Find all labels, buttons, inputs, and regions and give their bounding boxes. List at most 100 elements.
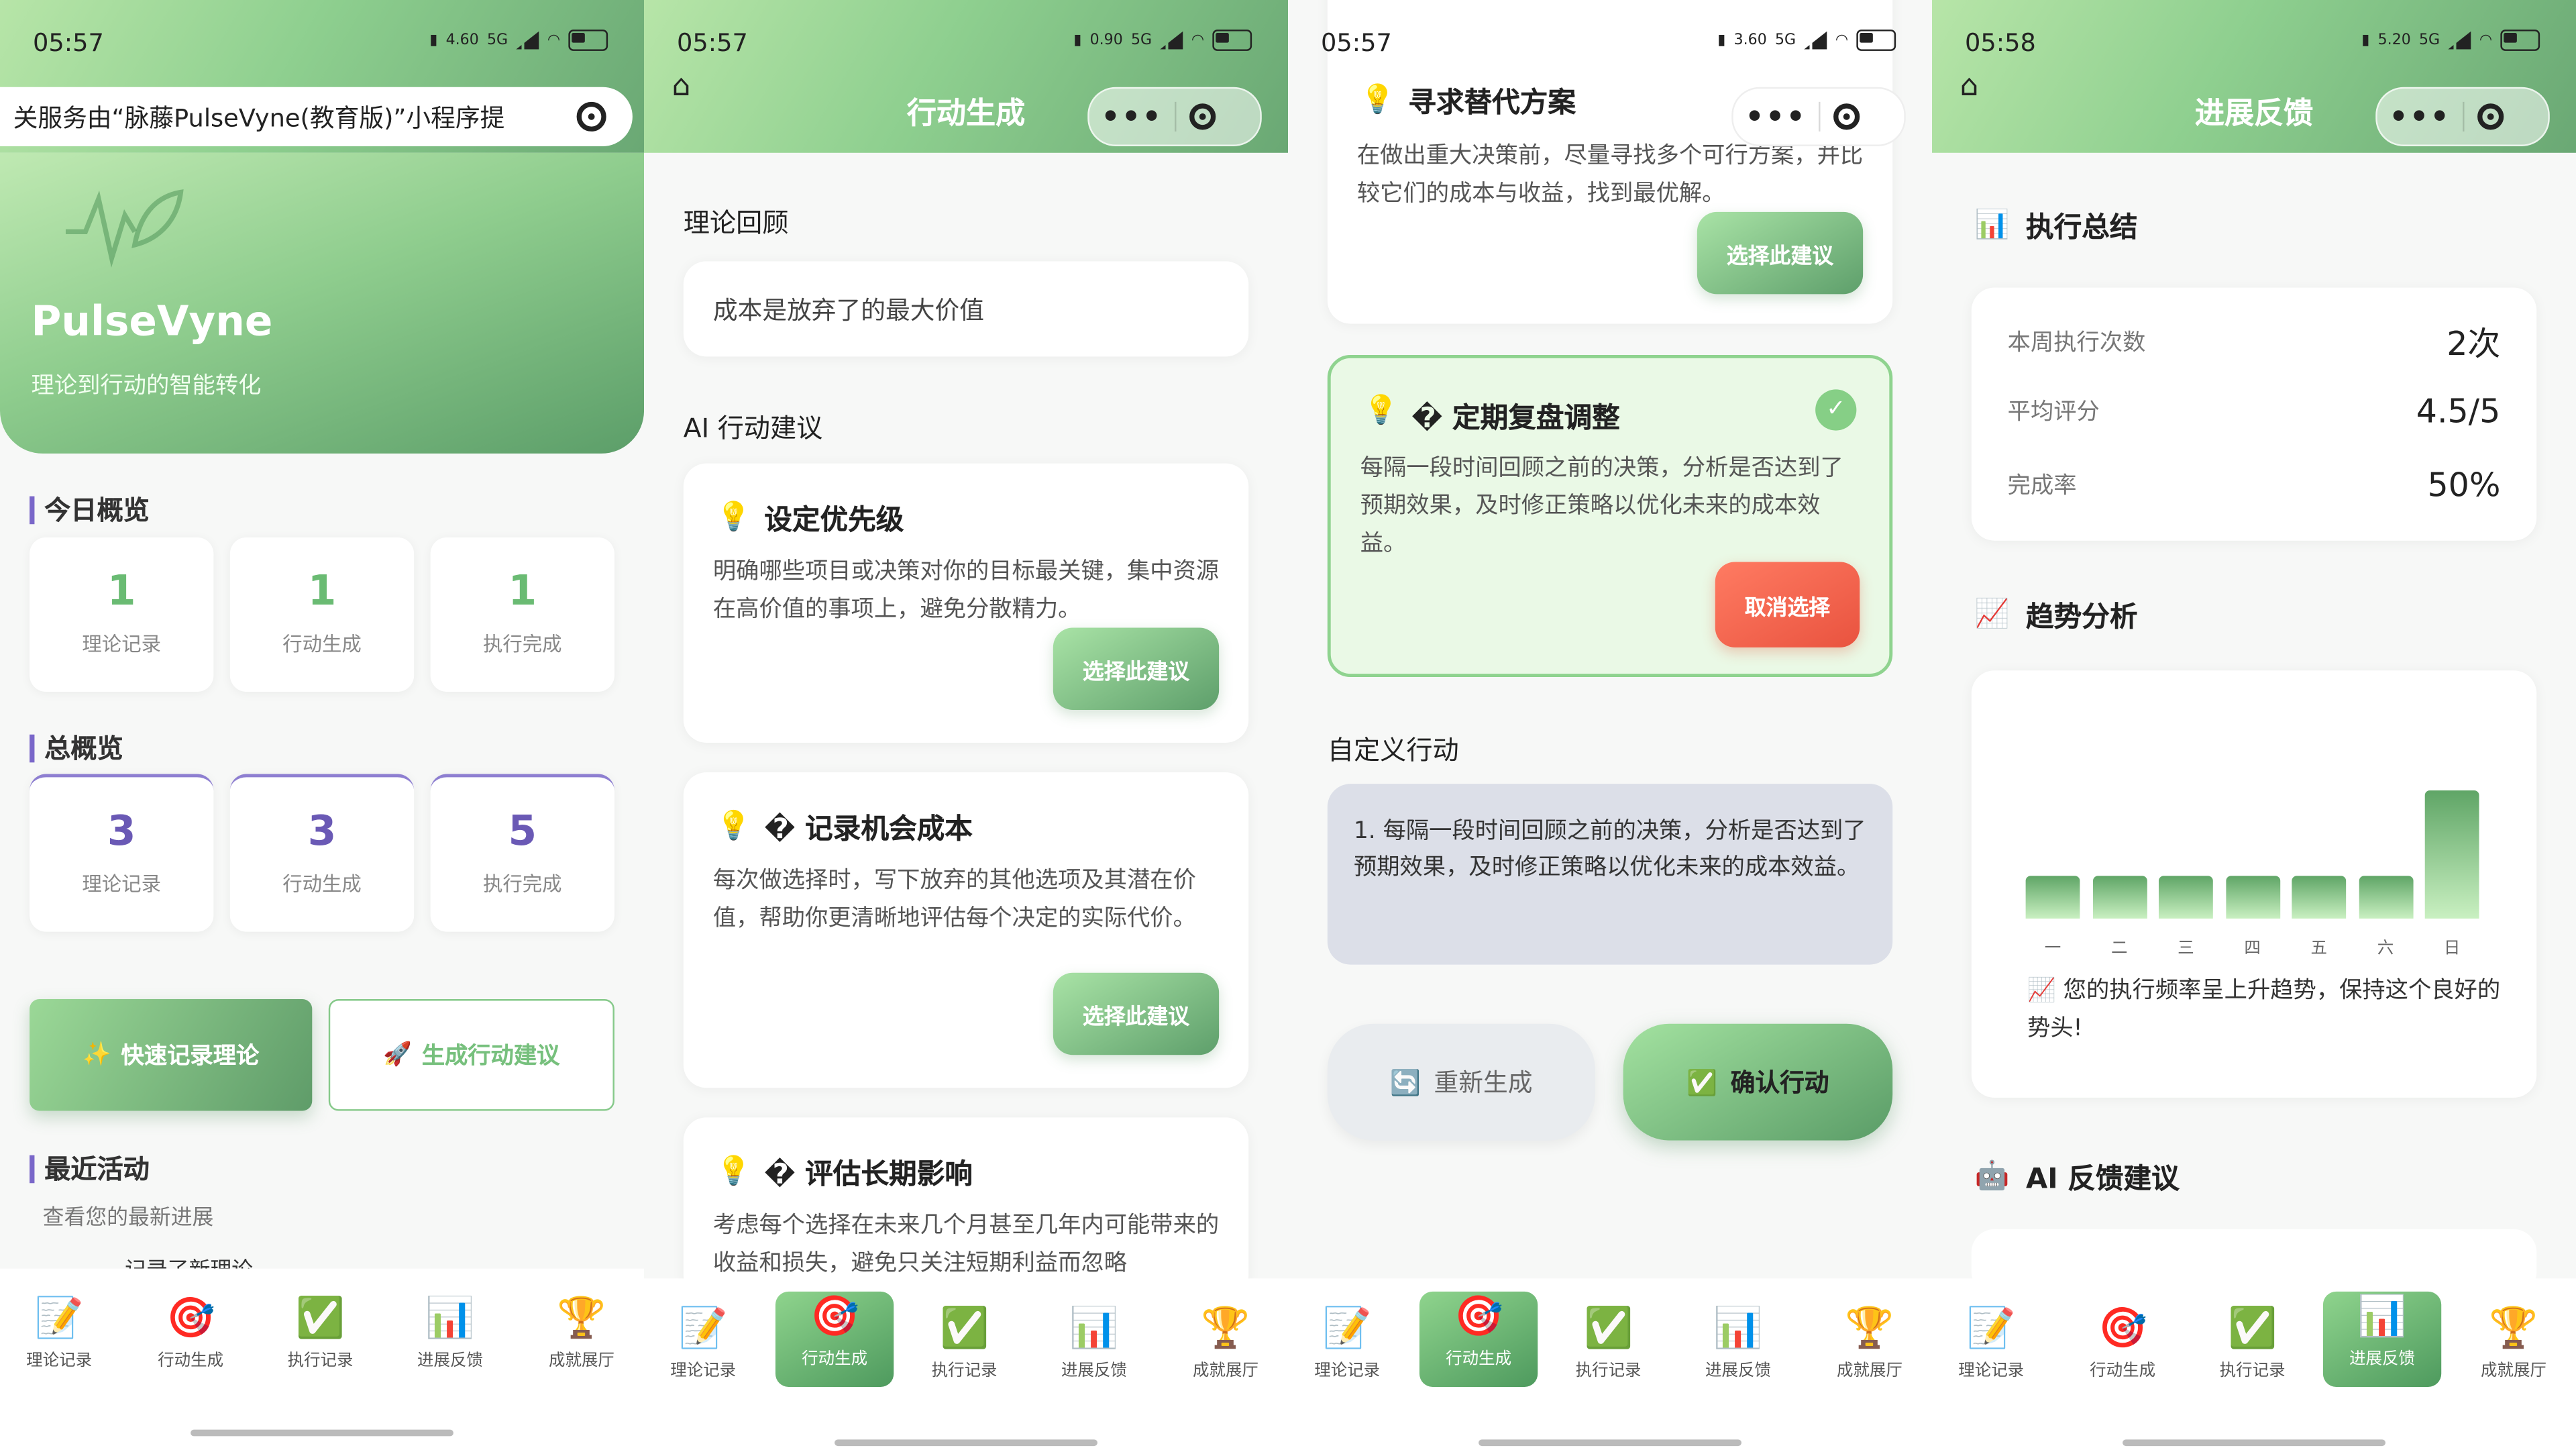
- memo-icon: 📝: [678, 1304, 728, 1351]
- select-suggestion-button[interactable]: 选择此建议: [1697, 211, 1864, 295]
- select-suggestion-button[interactable]: 选择此建议: [1053, 972, 1220, 1055]
- screen-progress: 05:58 ▮ 5.20 5G ◠ ⌂ 进展反馈 ••• 📊 执行总结 本周执行…: [1932, 0, 2576, 1450]
- suggestion-title-row: 💡 寻求替代方案: [1360, 79, 1576, 120]
- trophy-icon: 🏆: [1201, 1304, 1250, 1351]
- service-notice[interactable]: 关服务由“脉藤PulseVyne(教育版)”小程序提: [0, 87, 633, 146]
- tab-achievements[interactable]: 🏆 成就展厅: [2455, 1303, 2573, 1398]
- memo-icon: 📝: [34, 1294, 84, 1341]
- recent-item-peek[interactable]: 记录了新理论: [125, 1252, 253, 1269]
- regenerate-button[interactable]: 🔄 重新生成: [1327, 1023, 1595, 1141]
- tab-achievements[interactable]: 🏆 成就展厅: [523, 1293, 641, 1388]
- close-target-icon[interactable]: [576, 101, 606, 132]
- tab-label: 执行记录: [287, 1352, 354, 1371]
- tab-bar: 📝 理论记录 🎯 行动生成 ✅ 执行记录 📊 进展反馈 🏆 成就展厅: [1288, 1278, 1933, 1450]
- trend-bar-label: 二: [2110, 939, 2128, 958]
- suggestion-card[interactable]: 💡 设定优先级 明确哪些项目或决策对你的目标最关键，集中资源在高价值的事项上，避免…: [683, 463, 1249, 743]
- tab-theory[interactable]: 📝 理论记录: [1932, 1303, 2050, 1398]
- tab-progress[interactable]: 📊 进展反馈: [1035, 1303, 1153, 1398]
- target-icon: 🎯: [810, 1293, 859, 1339]
- bulb-icon: 💡: [716, 809, 751, 843]
- tab-label: 行动生成: [158, 1352, 224, 1371]
- selected-check-icon: ✓: [1815, 389, 1857, 431]
- suggestion-title-row: 💡 � 定期复盘调整: [1364, 395, 1620, 435]
- total-card-action[interactable]: 3 行动生成: [229, 774, 415, 932]
- select-suggestion-button[interactable]: 选择此建议: [1053, 627, 1220, 710]
- confirm-action-button[interactable]: ✅ 确认行动: [1623, 1023, 1893, 1141]
- tab-achievements[interactable]: 🏆 成就展厅: [1167, 1303, 1285, 1398]
- home-indicator[interactable]: [1479, 1439, 1741, 1447]
- suggestion-card[interactable]: 💡 � 记录机会成本 每次做选择时，写下放弃的其他选项及其潜在价值，帮助你更清晰地…: [683, 772, 1249, 1088]
- status-icons: ▮ 3.60 5G ◠: [1717, 30, 1896, 51]
- row-key: 本周执行次数: [2007, 329, 2146, 356]
- suggestion-title-row: 💡 设定优先级: [716, 497, 904, 537]
- tab-label: 理论记录: [670, 1362, 737, 1381]
- custom-action-textarea[interactable]: 1. 每隔一段时间回顾之前的决策，分析是否达到了预期效果，及时修正策略以优化未来…: [1327, 784, 1893, 965]
- total-card-done[interactable]: 5 执行完成: [430, 774, 614, 932]
- stat-label: 理论记录: [82, 632, 162, 656]
- tab-label: 成就展厅: [2480, 1362, 2546, 1381]
- trend-bar: [2358, 876, 2413, 919]
- row-key: 完成率: [2007, 473, 2077, 500]
- tab-progress[interactable]: 📊 进展反馈: [1679, 1303, 1797, 1398]
- today-title: 今日概览: [30, 496, 150, 525]
- status-icons: ▮ 0.90 5G ◠: [1073, 30, 1252, 51]
- tab-theory[interactable]: 📝 理论记录: [1288, 1303, 1406, 1398]
- close-target-icon[interactable]: [1189, 103, 1216, 130]
- wifi-icon: ◠: [547, 32, 561, 49]
- cancel-selection-button[interactable]: 取消选择: [1715, 562, 1860, 648]
- home-indicator[interactable]: [2123, 1439, 2385, 1447]
- screen-action-generate: 05:57 ▮ 0.90 5G ◠ ⌂ 行动生成 ••• 理论回顾 成本是放弃了…: [644, 0, 1289, 1450]
- tab-label: 进展反馈: [1705, 1362, 1772, 1381]
- today-card-action[interactable]: 1 行动生成: [229, 537, 415, 692]
- more-icon[interactable]: •••: [1733, 99, 1819, 134]
- generate-action-button[interactable]: 🚀 生成行动建议: [328, 998, 614, 1111]
- tab-execution[interactable]: ✅ 执行记录: [2193, 1303, 2311, 1398]
- tab-progress[interactable]: 📊 进展反馈: [391, 1293, 509, 1388]
- tab-achievements[interactable]: 🏆 成就展厅: [1811, 1303, 1929, 1398]
- selected-suggestion-card[interactable]: 💡 � 定期复盘调整 ✓ 每隔一段时间回顾之前的决策，分析是否达到了预期效果，及时…: [1327, 354, 1893, 677]
- stat-num: 1: [107, 566, 136, 615]
- total-card-theory[interactable]: 3 理论记录: [30, 774, 214, 932]
- today-card-theory[interactable]: 1 理论记录: [30, 537, 214, 692]
- tab-theory[interactable]: 📝 理论记录: [0, 1293, 118, 1388]
- home-indicator[interactable]: [191, 1429, 453, 1437]
- tab-label: 进展反馈: [2349, 1351, 2416, 1369]
- more-icon[interactable]: •••: [2377, 99, 2463, 134]
- tab-execution[interactable]: ✅ 执行记录: [1549, 1303, 1667, 1398]
- trend-bar: [2158, 876, 2213, 919]
- close-target-icon[interactable]: [2477, 103, 2504, 130]
- tab-action[interactable]: 🎯 行动生成: [1419, 1291, 1538, 1387]
- vibrate-icon: ▮: [1717, 32, 1726, 49]
- suggestion-title: 设定优先级: [764, 504, 904, 537]
- stat-label: 行动生成: [282, 872, 362, 896]
- tab-action[interactable]: 🎯 行动生成: [2063, 1303, 2182, 1398]
- quick-record-button[interactable]: ✨ 快速记录理论: [30, 998, 313, 1111]
- more-icon[interactable]: •••: [1089, 99, 1175, 134]
- quick-record-label: 快速记录理论: [121, 1043, 260, 1070]
- close-target-icon[interactable]: [1833, 103, 1860, 130]
- tab-theory[interactable]: 📝 理论记录: [644, 1303, 762, 1398]
- signal-icon: [2448, 31, 2471, 50]
- robot-icon: 🤖: [1974, 1159, 2010, 1192]
- memo-icon: 📝: [1966, 1304, 2016, 1351]
- capsule-divider: [1175, 101, 1177, 132]
- tab-action[interactable]: 🎯 行动生成: [775, 1291, 894, 1387]
- tab-execution[interactable]: ✅ 执行记录: [905, 1303, 1023, 1398]
- tab-execution[interactable]: ✅ 执行记录: [261, 1293, 379, 1388]
- trend-bar: [2292, 876, 2347, 919]
- trend-bar-label: 五: [2310, 939, 2328, 958]
- wifi-icon: ◠: [1835, 32, 1849, 49]
- suggestion-card[interactable]: 💡 � 评估长期影响 考虑每个选择在未来几个月甚至几年内可能带来的收益和损失，避免…: [683, 1117, 1249, 1298]
- app-tagline: 理论到行动的智能转化: [31, 372, 262, 400]
- tab-label: 成就展厅: [1192, 1362, 1258, 1381]
- wifi-icon: ◠: [2479, 32, 2493, 49]
- trend-bar-label: 一: [2044, 939, 2061, 958]
- stat-label: 执行完成: [482, 872, 562, 896]
- trend-bar: [2225, 876, 2279, 919]
- tab-action[interactable]: 🎯 行动生成: [131, 1293, 250, 1388]
- home-indicator[interactable]: [835, 1439, 1097, 1447]
- bulb-icon: 💡: [716, 1154, 751, 1188]
- tab-progress[interactable]: 📊 进展反馈: [2322, 1291, 2442, 1387]
- suggestion-title: 寻求替代方案: [1408, 87, 1576, 120]
- today-card-done[interactable]: 1 执行完成: [430, 537, 614, 692]
